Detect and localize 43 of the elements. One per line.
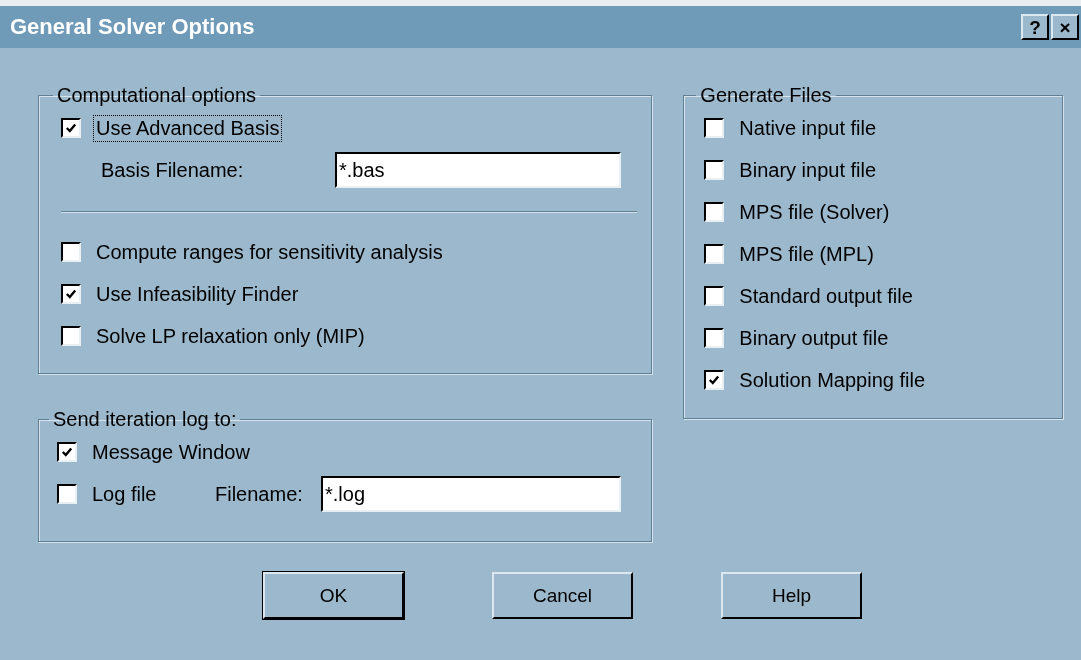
help-button[interactable]: ? (1021, 14, 1049, 40)
checkbox[interactable] (57, 484, 77, 504)
checkbox[interactable] (61, 326, 81, 346)
checkbox-label[interactable]: Binary input file (736, 156, 880, 184)
check-mark-icon (65, 122, 77, 134)
checkbox[interactable] (704, 202, 725, 222)
checkbox[interactable] (61, 118, 81, 138)
group-title: Send iteration log to: (52, 408, 238, 431)
group-title: Computational options (56, 84, 257, 107)
dialog-button[interactable]: Help (721, 572, 862, 619)
checkbox[interactable] (704, 244, 725, 264)
checkbox[interactable] (704, 370, 725, 390)
checkbox-label[interactable]: Solve LP relaxation only (MIP) (93, 322, 368, 350)
dialog-button[interactable]: OK (263, 572, 404, 619)
checkbox-label[interactable]: Use Infeasibility Finder (93, 280, 302, 308)
close-button[interactable]: × (1051, 14, 1079, 40)
checkbox[interactable] (704, 328, 725, 348)
checkbox-label[interactable]: Native input file (736, 114, 880, 142)
input-field[interactable]: *.bas (335, 152, 621, 188)
field-label: Filename: (215, 482, 304, 506)
checkbox[interactable] (704, 160, 725, 180)
checkbox-label[interactable]: Use Advanced Basis (93, 114, 283, 142)
group-title: Generate Files (699, 84, 833, 107)
checkbox[interactable] (704, 118, 725, 138)
check-mark-icon (65, 288, 77, 300)
checkbox-label[interactable]: MPS file (MPL) (736, 240, 877, 268)
checkbox[interactable] (61, 242, 81, 262)
dialog-button[interactable]: Cancel (492, 572, 633, 619)
checkbox-label[interactable]: Solution Mapping file (736, 366, 929, 394)
input-field[interactable]: *.log (321, 476, 621, 512)
checkbox[interactable] (61, 284, 81, 304)
checkbox-label[interactable]: Compute ranges for sensitivity analysis (93, 238, 446, 266)
checkbox-label[interactable]: Standard output file (736, 282, 916, 310)
window-title: General Solver Options (10, 14, 255, 40)
checkbox-label[interactable]: Binary output file (736, 324, 892, 352)
checkbox-label[interactable]: Message Window (89, 438, 253, 466)
checkbox[interactable] (704, 286, 725, 306)
check-mark-icon (61, 446, 73, 458)
field-label: Basis Filename: (101, 158, 245, 182)
checkbox[interactable] (57, 442, 77, 462)
check-mark-icon (708, 374, 721, 386)
checkbox-label[interactable]: MPS file (Solver) (736, 198, 893, 226)
checkbox-label[interactable]: Log file (89, 480, 215, 508)
